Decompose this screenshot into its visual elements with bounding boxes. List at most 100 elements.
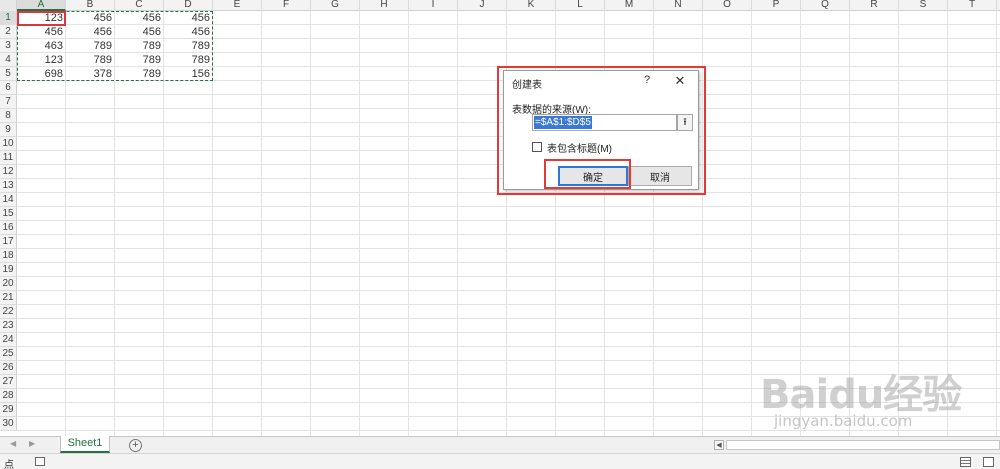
column-header-d[interactable]: D (164, 0, 213, 11)
row-gridline (17, 360, 1000, 361)
row-header-19[interactable]: 19 (0, 263, 17, 277)
row-header-27[interactable]: 27 (0, 375, 17, 389)
column-header-j[interactable]: J (458, 0, 507, 11)
row-header-14[interactable]: 14 (0, 193, 17, 207)
column-header-a[interactable]: A (17, 0, 66, 11)
cancel-button[interactable]: 取消 (628, 166, 692, 186)
scroll-left-icon[interactable]: ◀ (714, 440, 724, 450)
column-header-i[interactable]: I (409, 0, 458, 11)
column-header-o[interactable]: O (703, 0, 752, 11)
row-header-9[interactable]: 9 (0, 123, 17, 137)
column-header-f[interactable]: F (262, 0, 311, 11)
column-gridline (408, 11, 409, 436)
status-text: 点 (4, 460, 14, 469)
row-gridline (17, 276, 1000, 277)
column-gridline (849, 11, 850, 436)
column-gridline (996, 11, 997, 436)
dialog-title: 创建表 (512, 80, 542, 91)
row-header-7[interactable]: 7 (0, 95, 17, 109)
row-header-22[interactable]: 22 (0, 305, 17, 319)
column-gridline (800, 11, 801, 436)
row-header-25[interactable]: 25 (0, 347, 17, 361)
column-header-g[interactable]: G (311, 0, 360, 11)
active-cell-a1[interactable] (17, 11, 66, 26)
column-gridline (457, 11, 458, 436)
row-header-16[interactable]: 16 (0, 221, 17, 235)
row-header-13[interactable]: 13 (0, 179, 17, 193)
row-header-8[interactable]: 8 (0, 109, 17, 123)
page-layout-view-icon[interactable] (983, 457, 994, 467)
column-header-t[interactable]: T (948, 0, 997, 11)
column-gridline (898, 11, 899, 436)
column-header-p[interactable]: P (752, 0, 801, 11)
range-input[interactable]: =$A$1:$D$5 (532, 114, 677, 131)
has-headers-checkbox[interactable] (532, 142, 542, 152)
row-header-21[interactable]: 21 (0, 291, 17, 305)
row-header-10[interactable]: 10 (0, 137, 17, 151)
status-bar: 点 (0, 453, 1000, 469)
next-sheet-icon[interactable]: ▶ (29, 439, 35, 448)
row-header-30[interactable]: 30 (0, 417, 17, 431)
row-gridline (17, 234, 1000, 235)
column-header-b[interactable]: B (66, 0, 115, 11)
column-header-n[interactable]: N (654, 0, 703, 11)
column-header-s[interactable]: S (899, 0, 948, 11)
row-header-2[interactable]: 2 (0, 25, 17, 39)
row-header-5[interactable]: 5 (0, 67, 17, 81)
column-header-r[interactable]: R (850, 0, 899, 11)
help-icon[interactable]: ? (641, 74, 653, 88)
row-header-20[interactable]: 20 (0, 277, 17, 291)
column-header-c[interactable]: C (115, 0, 164, 11)
column-header-q[interactable]: Q (801, 0, 850, 11)
row-gridline (17, 206, 1000, 207)
prev-sheet-icon[interactable]: ◀ (10, 439, 16, 448)
sheet-tab-sheet1[interactable]: Sheet1 (60, 436, 110, 453)
column-gridline (261, 11, 262, 436)
row-gridline (17, 262, 1000, 263)
row-header-4[interactable]: 4 (0, 53, 17, 67)
row-header-24[interactable]: 24 (0, 333, 17, 347)
sheet-tab-bar: ◀ ▶ Sheet1 + ◀ (0, 436, 1000, 453)
ok-button-highlight-box (544, 159, 631, 189)
row-gridline (17, 220, 1000, 221)
add-sheet-icon[interactable]: + (129, 439, 142, 452)
column-header-h[interactable]: H (360, 0, 409, 11)
row-gridline (17, 290, 1000, 291)
close-icon[interactable]: ✕ (672, 73, 688, 89)
row-header-11[interactable]: 11 (0, 151, 17, 165)
collapse-dialog-icon[interactable]: ⭱ (677, 114, 693, 131)
column-header-e[interactable]: E (213, 0, 262, 11)
column-gridline (359, 11, 360, 436)
row-header-26[interactable]: 26 (0, 361, 17, 375)
row-header-29[interactable]: 29 (0, 403, 17, 417)
row-gridline (17, 346, 1000, 347)
row-gridline (17, 248, 1000, 249)
column-header-l[interactable]: L (556, 0, 605, 11)
row-gridline (17, 374, 1000, 375)
row-gridline (17, 318, 1000, 319)
column-header-k[interactable]: K (507, 0, 556, 11)
row-header-12[interactable]: 12 (0, 165, 17, 179)
column-gridline (751, 11, 752, 436)
row-header-1[interactable]: 1 (0, 11, 17, 25)
row-gridline (17, 304, 1000, 305)
row-gridline (17, 402, 1000, 403)
range-input-value: =$A$1:$D$5 (534, 116, 592, 129)
row-header-18[interactable]: 18 (0, 249, 17, 263)
normal-view-icon[interactable] (960, 457, 971, 467)
macro-record-icon[interactable] (35, 457, 45, 466)
row-gridline (17, 332, 1000, 333)
has-headers-label[interactable]: 表包含标题(M) (547, 140, 612, 155)
select-all-corner[interactable] (0, 0, 17, 11)
horizontal-scrollbar[interactable] (726, 440, 1000, 450)
row-header-3[interactable]: 3 (0, 39, 17, 53)
row-header-6[interactable]: 6 (0, 81, 17, 95)
column-gridline (947, 11, 948, 436)
row-header-17[interactable]: 17 (0, 235, 17, 249)
row-header-28[interactable]: 28 (0, 389, 17, 403)
row-header-15[interactable]: 15 (0, 207, 17, 221)
row-gridline (17, 416, 1000, 417)
row-header-23[interactable]: 23 (0, 319, 17, 333)
column-header-m[interactable]: M (605, 0, 654, 11)
row-gridline (17, 430, 1000, 431)
